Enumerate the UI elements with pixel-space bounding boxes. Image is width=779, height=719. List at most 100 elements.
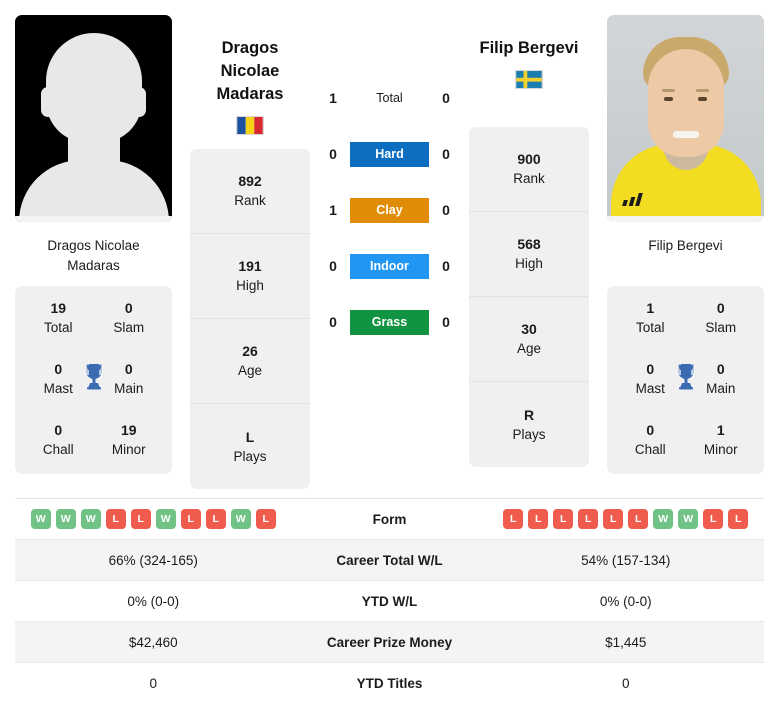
- right-titles-slam-value: 0: [716, 300, 725, 316]
- comparison-table: WWWLLWLLWL Form LLLLLLWWLL 66% (324-165)…: [15, 498, 764, 704]
- left-titles-total-label: Total: [43, 320, 73, 335]
- left-stat-rank-value: 892: [238, 173, 262, 189]
- right-flag-wrap: [469, 70, 589, 89]
- head-to-head-surface-column: 1 Total 0 0 Hard 0 1 Clay 0 0 Indoor 0 0: [310, 15, 469, 350]
- left-titles-chall-value: 0: [54, 422, 63, 438]
- right-name-and-stats: Filip Bergevi 900 Rank 568 High 30 Age R…: [469, 15, 589, 467]
- right-form-strip: LLLLLLWWLL: [503, 509, 749, 529]
- form-badge-w: W: [30, 509, 51, 529]
- h2h-clay-right-score: 0: [442, 202, 450, 218]
- table-row-ytd-wl: 0% (0-0) YTD W/L 0% (0-0): [15, 581, 764, 622]
- left-titles-minor-label: Minor: [111, 442, 146, 457]
- right-titles-total: 1 Total: [615, 298, 686, 337]
- form-badge-l: L: [603, 509, 624, 529]
- h2h-indoor-right-score: 0: [442, 258, 450, 274]
- form-badge-w: W: [155, 509, 176, 529]
- right-stat-high-label: High: [515, 256, 543, 271]
- avatar-body-shape: [18, 160, 169, 222]
- trophy-icon: [81, 362, 107, 390]
- h2h-indoor-label[interactable]: Indoor: [350, 253, 429, 279]
- form-badge-l: L: [130, 509, 151, 529]
- form-badge-w: W: [230, 509, 251, 529]
- left-titles-total-value: 19: [50, 300, 67, 316]
- h2h-grass-label[interactable]: Grass: [350, 309, 429, 335]
- right-career-prize-money: $1,445: [605, 634, 647, 650]
- h2h-indoor-left-score: 0: [329, 258, 337, 274]
- right-player-photo[interactable]: [607, 15, 764, 222]
- trophy-icon: [673, 362, 699, 390]
- left-stat-plays: L Plays: [190, 404, 310, 489]
- left-player-column: Dragos Nicolae Madaras 19 Total 0 Slam 0…: [15, 15, 172, 474]
- right-ytd-titles: 0: [621, 676, 630, 691]
- sweden-flag-icon: [515, 70, 543, 89]
- h2h-grass-right-score: 0: [442, 314, 450, 330]
- form-badge-l: L: [553, 509, 574, 529]
- photo-bottom-strip: [607, 216, 764, 222]
- photo-eye-right: [698, 97, 707, 101]
- left-titles-chall: 0 Chall: [23, 420, 94, 459]
- h2h-row-clay: 1 Clay 0: [323, 182, 457, 238]
- right-ytd-wl: 0% (0-0): [599, 593, 652, 609]
- romania-flag-icon: [236, 116, 264, 135]
- right-titles-chall-label: Chall: [634, 442, 666, 457]
- left-stat-age-value: 26: [242, 343, 258, 359]
- left-titles-slam-label: Slam: [113, 320, 145, 335]
- right-titles-total-value: 1: [646, 300, 655, 316]
- left-titles-total: 19 Total: [23, 298, 94, 337]
- left-player-name-header: Dragos Nicolae Madaras: [190, 15, 310, 135]
- players-comparison-top: Dragos Nicolae Madaras 19 Total 0 Slam 0…: [0, 0, 779, 490]
- avatar-ear-left: [41, 87, 55, 117]
- left-form-cell: WWWLLWLLWL: [15, 509, 292, 529]
- form-badge-l: L: [105, 509, 126, 529]
- photo-brow-right: [696, 89, 709, 92]
- left-ytd-wl: 0% (0-0): [127, 593, 180, 609]
- right-titles-slam: 0 Slam: [686, 298, 757, 337]
- right-titles-total-label: Total: [635, 320, 665, 335]
- row-label-form: Form: [372, 511, 407, 527]
- right-stat-age-value: 30: [521, 321, 537, 337]
- left-titles-slam-value: 0: [124, 300, 133, 316]
- right-titles-minor-label: Minor: [703, 442, 738, 457]
- photo-bottom-strip: [15, 216, 172, 222]
- form-badge-w: W: [80, 509, 101, 529]
- h2h-hard-label[interactable]: Hard: [350, 141, 429, 167]
- apparel-logo-icon: [622, 193, 645, 206]
- left-stats-column: 892 Rank 191 High 26 Age L Plays: [190, 149, 310, 489]
- form-badge-l: L: [205, 509, 226, 529]
- row-label-ytd-wl: YTD W/L: [361, 593, 418, 609]
- h2h-total-label: Total: [376, 91, 403, 105]
- right-stat-age-label: Age: [516, 341, 542, 356]
- left-flag-wrap: [190, 116, 310, 135]
- right-form-cell: LLLLLLWWLL: [488, 509, 765, 529]
- head-to-head-page: Dragos Nicolae Madaras 19 Total 0 Slam 0…: [0, 0, 779, 719]
- right-stat-age: 30 Age: [469, 297, 589, 382]
- right-player-name-line1: Filip Bergevi: [479, 39, 579, 57]
- left-photo-caption-line2: Madaras: [67, 258, 120, 273]
- left-ytd-titles: 0: [149, 676, 157, 691]
- table-row-career-total-wl: 66% (324-165) Career Total W/L 54% (157-…: [15, 540, 764, 581]
- right-titles-minor-value: 1: [716, 422, 725, 438]
- h2h-clay-label[interactable]: Clay: [350, 197, 429, 223]
- form-badge-l: L: [503, 509, 524, 529]
- right-photo-caption-line1: Filip Bergevi: [648, 238, 723, 253]
- form-badge-l: L: [703, 509, 724, 529]
- left-stat-rank-label: Rank: [234, 193, 266, 208]
- h2h-grass-left-score: 0: [329, 314, 337, 330]
- h2h-row-total: 1 Total 0: [323, 70, 457, 126]
- photo-mouth: [672, 131, 699, 138]
- left-titles-chall-label: Chall: [42, 442, 74, 457]
- right-titles-card: 1 Total 0 Slam 0 Mast 0 Main 0 Chall 1 M…: [607, 286, 764, 474]
- table-row-career-prize-money: $42,460 Career Prize Money $1,445: [15, 622, 764, 663]
- right-stat-plays: R Plays: [469, 382, 589, 467]
- left-player-photo-caption: Dragos Nicolae Madaras: [15, 222, 172, 286]
- left-player-photo[interactable]: [15, 15, 172, 222]
- h2h-row-indoor: 0 Indoor 0: [323, 238, 457, 294]
- right-stat-high: 568 High: [469, 212, 589, 297]
- right-titles-grid: 1 Total 0 Slam 0 Mast 0 Main 0 Chall 1 M…: [615, 292, 756, 459]
- row-label-career-total-wl: Career Total W/L: [336, 552, 443, 568]
- h2h-hard-left-score: 0: [329, 146, 337, 162]
- photo-eye-left: [664, 97, 673, 101]
- right-stat-rank: 900 Rank: [469, 127, 589, 212]
- left-stat-plays-value: L: [245, 428, 255, 445]
- table-row-ytd-titles: 0 YTD Titles 0: [15, 663, 764, 704]
